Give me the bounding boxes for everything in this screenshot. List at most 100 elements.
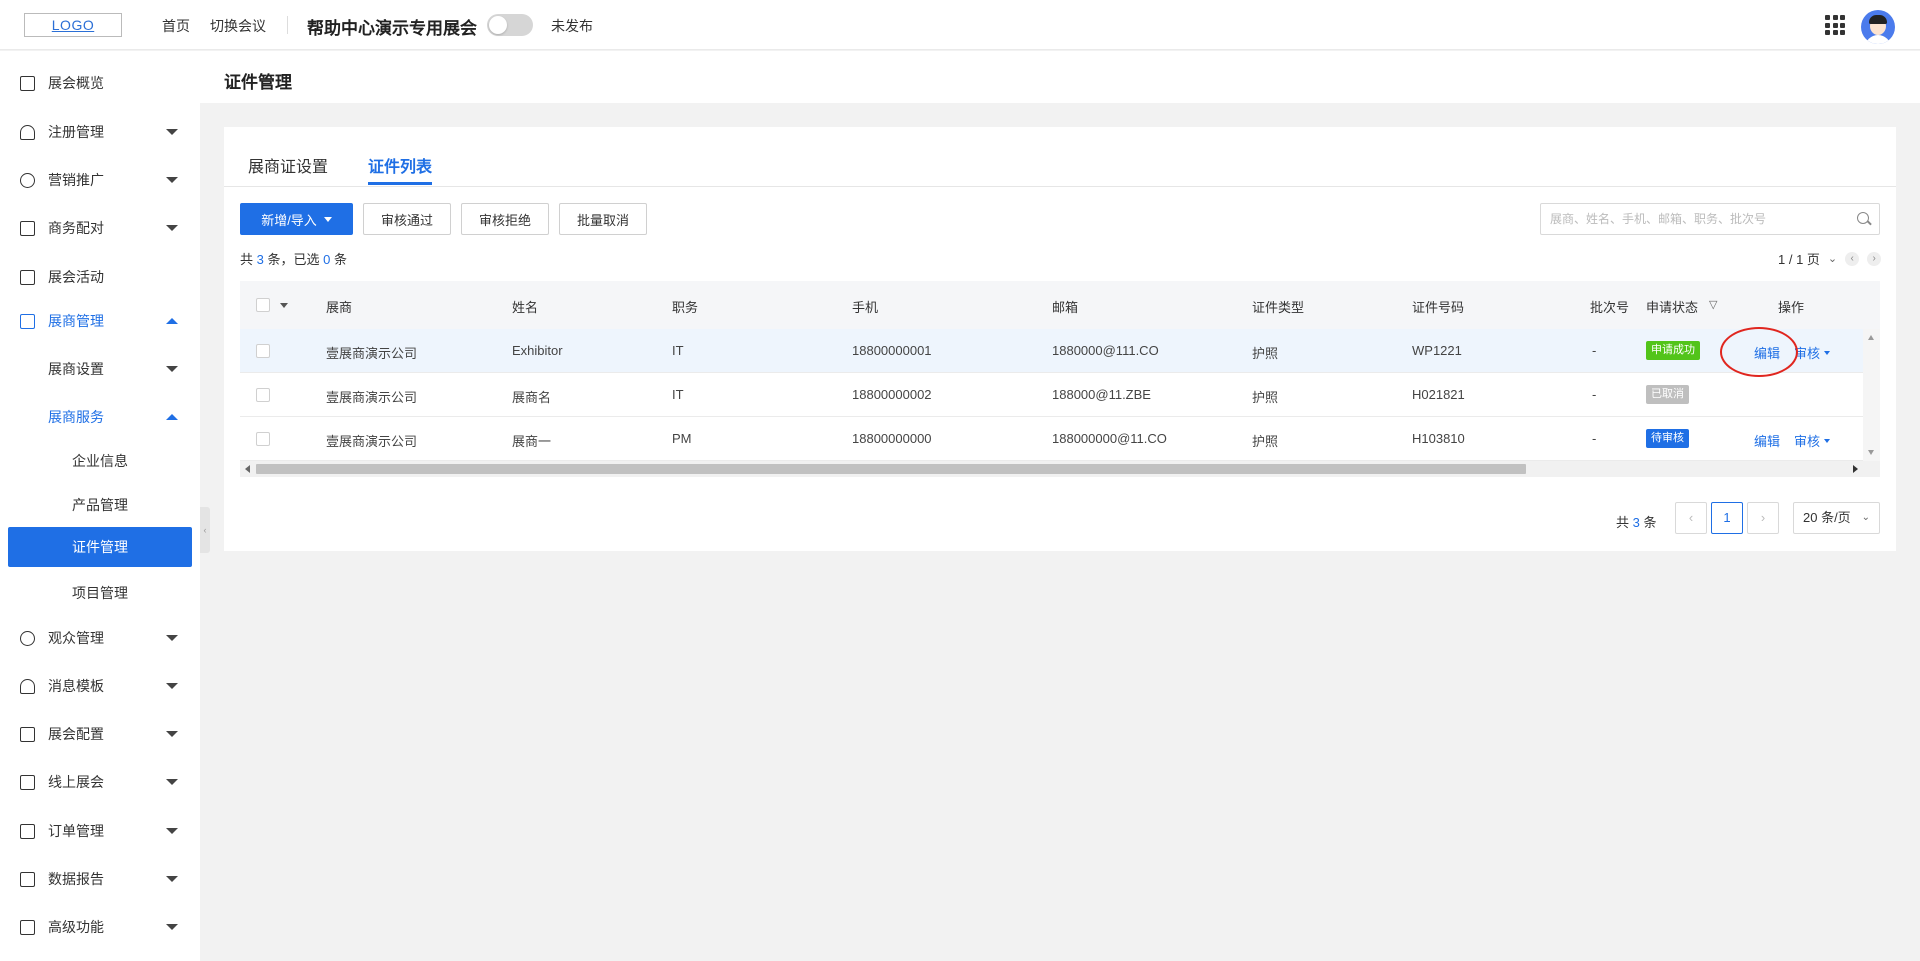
sidebar-item-orders[interactable]: 订单管理: [0, 811, 200, 851]
logo[interactable]: LOGO: [24, 13, 122, 37]
sidebar-item-label: 展会配置: [48, 726, 104, 742]
sidebar-item-message-templates[interactable]: 消息模板: [0, 666, 200, 706]
sidebar-item-expo-config[interactable]: 展会配置: [0, 714, 200, 754]
next-page-icon[interactable]: ›: [1867, 251, 1882, 266]
add-import-button[interactable]: 新增/导入: [240, 203, 353, 235]
prev-page-icon[interactable]: ‹: [1845, 251, 1860, 266]
sidebar-item-label: 消息模板: [48, 678, 104, 694]
sidebar-item-certificate-management[interactable]: 证件管理: [8, 527, 192, 567]
edit-link[interactable]: 编辑: [1754, 431, 1780, 450]
sidebar-item-label: 证件管理: [72, 539, 128, 555]
pager-total: 共 3 条: [1616, 512, 1657, 531]
sidebar-item-audience[interactable]: 观众管理: [0, 618, 200, 658]
select-all-checkbox[interactable]: [256, 298, 270, 312]
tab-badge-settings[interactable]: 展商证设置: [248, 153, 328, 177]
sidebar-collapse-handle[interactable]: ‹: [200, 507, 210, 553]
sidebar-item-data-report[interactable]: 数据报告: [0, 859, 200, 899]
filter-icon[interactable]: ▽: [1709, 298, 1719, 311]
row-checkbox[interactable]: [256, 388, 270, 402]
scroll-right-icon[interactable]: [1853, 465, 1858, 473]
add-import-label: 新增/导入: [261, 212, 317, 228]
apps-grid-icon[interactable]: [1825, 15, 1845, 35]
horizontal-scrollbar[interactable]: [240, 461, 1880, 477]
mini-pager: 1 / 1 页 ⌄ ‹ ›: [1778, 249, 1882, 268]
sidebar-item-label: 高级功能: [48, 919, 104, 935]
chevron-down-icon: [166, 129, 178, 135]
audit-label: 审核: [1794, 434, 1821, 449]
status-badge: 申请成功: [1646, 341, 1700, 360]
sidebar-item-label: 营销推广: [48, 172, 104, 188]
page-size-label: 20 条/页: [1803, 510, 1851, 525]
expo-title: 帮助中心演示专用展会: [307, 19, 477, 38]
sidebar-item-label: 展商管理: [48, 313, 104, 329]
scroll-up-icon[interactable]: [1868, 335, 1874, 340]
nav-switch-meeting-link[interactable]: 切换会议: [210, 16, 266, 36]
sidebar-item-online-expo[interactable]: 线上展会: [0, 762, 200, 802]
sidebar-item-label: 商务配对: [48, 220, 104, 236]
cell-position: PM: [672, 431, 692, 446]
cell-cert-no: H021821: [1412, 387, 1465, 402]
sidebar-item-activities[interactable]: 展会活动: [0, 257, 200, 297]
caret-down-icon: [323, 216, 332, 222]
sidebar-item-marketing[interactable]: 营销推广: [0, 160, 200, 200]
scroll-down-icon[interactable]: [1868, 450, 1874, 455]
vertical-scrollbar[interactable]: [1863, 329, 1880, 461]
publish-toggle[interactable]: [487, 14, 533, 36]
search-input[interactable]: [1541, 204, 1841, 234]
publish-status: 未发布: [551, 18, 593, 34]
next-page-button[interactable]: ›: [1747, 502, 1779, 534]
prev-page-button[interactable]: ‹: [1675, 502, 1707, 534]
scroll-left-icon[interactable]: [245, 465, 250, 473]
cell-phone: 18800000000: [852, 431, 932, 446]
batch-cancel-button[interactable]: 批量取消: [559, 203, 647, 235]
sidebar-item-matchmaking[interactable]: 商务配对: [0, 208, 200, 248]
table-header: 展商 姓名 职务 手机 邮箱 证件类型 证件号码 批次号 申请状态 ▽ 操作: [240, 281, 1880, 329]
user-avatar[interactable]: [1861, 10, 1895, 44]
sidebar-item-label: 展会概览: [48, 75, 104, 91]
row-checkbox[interactable]: [256, 432, 270, 446]
table-row[interactable]: 壹展商演示公司 展商一 PM 18800000000 188000000@11.…: [240, 417, 1863, 461]
sidebar-item-overview[interactable]: 展会概览: [0, 63, 200, 103]
sidebar-item-label: 展会活动: [48, 269, 104, 285]
sidebar-item-exhibitor-management[interactable]: 展商管理: [0, 301, 200, 341]
reject-button[interactable]: 审核拒绝: [461, 203, 549, 235]
cell-name: Exhibitor: [512, 343, 563, 358]
audit-dropdown[interactable]: 审核: [1794, 343, 1831, 362]
sidebar-item-product-management[interactable]: 产品管理: [0, 485, 200, 525]
sidebar-item-advanced[interactable]: 高级功能: [0, 907, 200, 947]
copy-icon: [20, 220, 35, 236]
database-icon: [20, 313, 35, 329]
pager-total-count: 3: [1632, 515, 1640, 530]
pager-total-prefix: 共: [1616, 515, 1630, 530]
sidebar-item-registration[interactable]: 注册管理: [0, 112, 200, 152]
row-checkbox[interactable]: [256, 344, 270, 358]
bookmark-icon: [20, 269, 35, 285]
current-page-button[interactable]: 1: [1711, 502, 1743, 534]
highlight-annotation-circle: [1720, 327, 1798, 377]
select-dropdown-icon[interactable]: [280, 303, 288, 308]
scrollbar-thumb[interactable]: [256, 464, 1526, 474]
chevron-down-icon: [166, 731, 178, 737]
audit-dropdown[interactable]: 审核: [1794, 431, 1831, 450]
pager-total-suffix: 条: [1643, 515, 1657, 530]
page-size-select[interactable]: 20 条/页 ⌄: [1793, 502, 1880, 534]
search-icon[interactable]: [1857, 212, 1869, 224]
order-list-icon: [20, 823, 35, 839]
table-row[interactable]: 壹展商演示公司 展商名 IT 18800000002 188000@11.ZBE…: [240, 373, 1863, 417]
nav-home-link[interactable]: 首页: [162, 16, 190, 36]
cell-cert-type: 护照: [1252, 346, 1279, 361]
tab-certificate-list[interactable]: 证件列表: [368, 153, 432, 177]
sidebar-item-exhibitor-services[interactable]: 展商服务: [0, 397, 200, 437]
sidebar-item-project-management[interactable]: 项目管理: [0, 573, 200, 613]
chevron-down-icon: [166, 683, 178, 689]
chevron-down-icon[interactable]: ⌄: [1828, 252, 1837, 265]
sidebar-item-exhibitor-settings[interactable]: 展商设置: [0, 349, 200, 389]
sidebar-item-label: 展商设置: [48, 361, 104, 377]
table-row[interactable]: 壹展商演示公司 Exhibitor IT 18800000001 1880000…: [240, 329, 1863, 373]
top-bar: LOGO 首页 切换会议 帮助中心演示专用展会 未发布: [0, 0, 1920, 50]
chevron-down-icon: [166, 876, 178, 882]
chevron-down-icon: ⌄: [1861, 512, 1870, 523]
approve-button[interactable]: 审核通过: [363, 203, 451, 235]
sidebar-item-company-info[interactable]: 企业信息: [0, 441, 200, 481]
col-batch: 批次号: [1590, 300, 1630, 315]
